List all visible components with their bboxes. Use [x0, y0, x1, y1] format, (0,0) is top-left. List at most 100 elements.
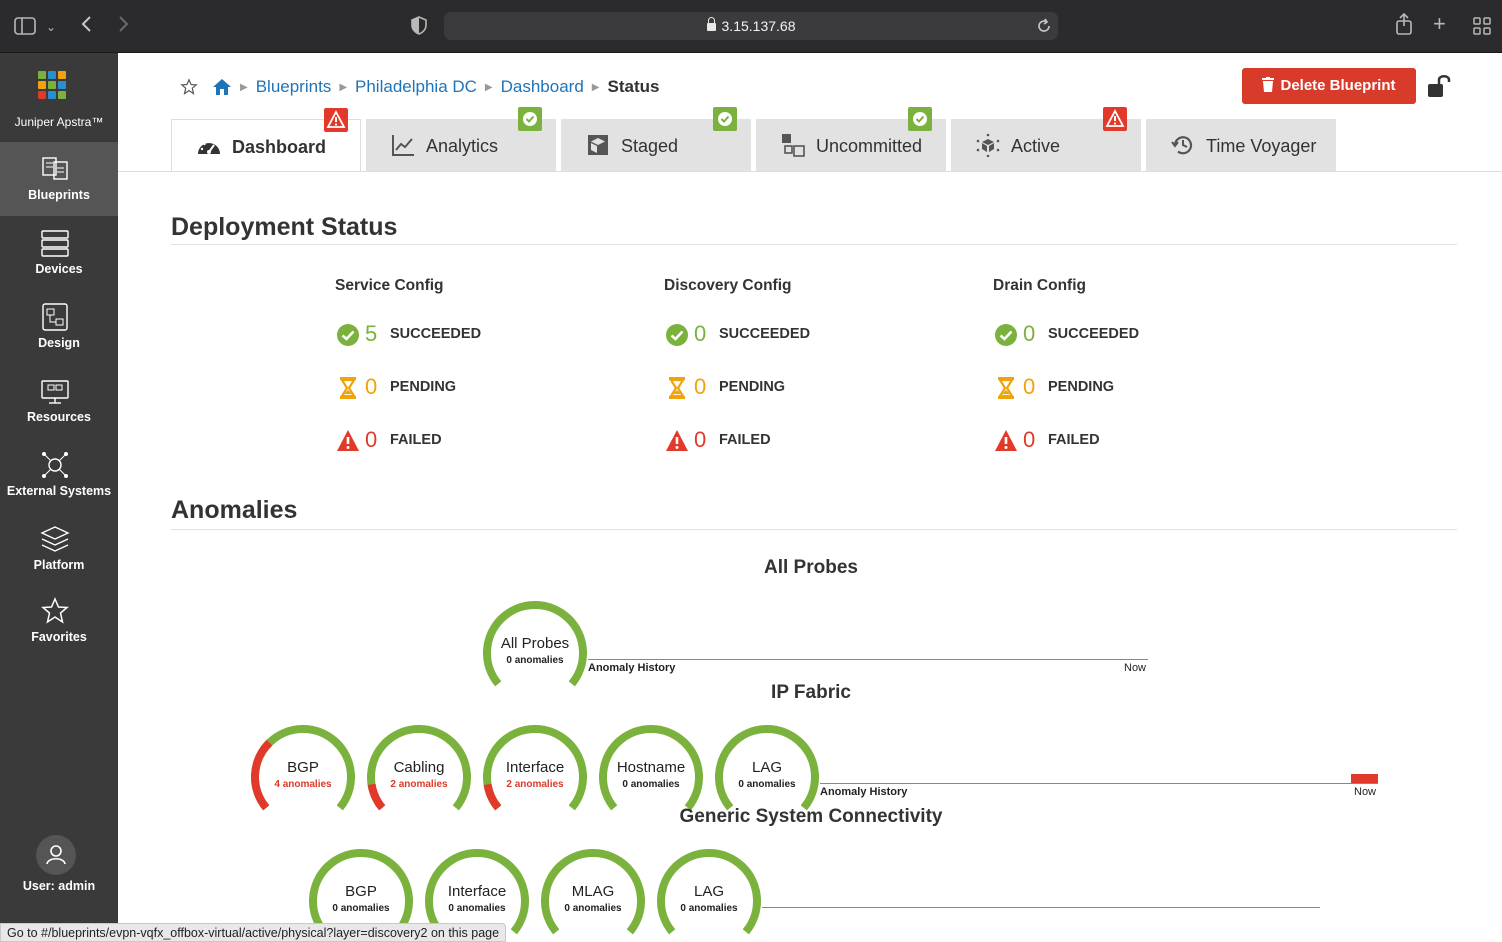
probe-gauge[interactable]: All Probes 0 anomalies: [480, 601, 590, 691]
sidebar-item-resources[interactable]: Resources: [0, 364, 118, 438]
probe-gauge[interactable]: Cabling 2 anomalies: [364, 725, 474, 815]
probe-gauge[interactable]: BGP 4 anomalies: [248, 725, 358, 815]
sidebar-item-favorites[interactable]: Favorites: [0, 584, 118, 658]
stat-count: 0: [1023, 321, 1036, 346]
anomaly-now-label: Now: [1124, 662, 1147, 674]
check-circle-icon: [994, 323, 1018, 347]
tab-dashboard[interactable]: Dashboard: [171, 108, 361, 171]
probe-gauge[interactable]: Interface 2 anomalies: [480, 725, 590, 815]
probe-gauge[interactable]: Hostname 0 anomalies: [596, 725, 706, 815]
shield-icon[interactable]: [411, 16, 427, 38]
stat-count: 0: [1023, 374, 1036, 399]
anomaly-history-timeline[interactable]: [588, 659, 1148, 660]
home-icon[interactable]: [212, 78, 232, 96]
sidebar-item-blueprints[interactable]: Blueprints: [0, 142, 118, 216]
probe-gauge[interactable]: MLAG 0 anomalies: [538, 849, 648, 939]
lock-icon: [706, 17, 716, 31]
breadcrumb-separator: ▶: [240, 81, 248, 93]
deploy-stat-succeeded[interactable]: 0 SUCCEEDED: [994, 321, 1194, 349]
tab-overview-icon[interactable]: [1473, 17, 1491, 38]
probe-anomaly-count: 0 anomalies: [506, 655, 564, 666]
tab-active[interactable]: Active: [951, 107, 1141, 171]
sidebar-item-label: Devices: [35, 262, 83, 276]
chevron-down-icon[interactable]: ⌄: [46, 18, 56, 36]
tab-label: Active: [1011, 136, 1061, 156]
tab-uncommitted[interactable]: Uncommitted: [756, 107, 946, 171]
deploy-stat-succeeded[interactable]: 0 SUCCEEDED: [665, 321, 865, 349]
deploy-stat-pending[interactable]: 0 PENDING: [994, 374, 1194, 402]
probe-name: BGP: [287, 759, 319, 776]
anomaly-now-label: Now: [1354, 786, 1377, 798]
anomaly-history-timeline[interactable]: [820, 783, 1378, 784]
check-badge-icon: [713, 107, 737, 131]
breadcrumb-blueprints[interactable]: Blueprints: [256, 77, 332, 97]
deploy-stat-pending[interactable]: 0 PENDING: [665, 374, 865, 402]
tab-label: Uncommitted: [816, 136, 923, 156]
forward-icon[interactable]: [118, 15, 130, 36]
unlock-icon[interactable]: [1427, 73, 1453, 104]
stat-label: FAILED: [1048, 432, 1100, 448]
deploy-stat-failed[interactable]: 0 FAILED: [336, 427, 536, 455]
deploy-stat-pending[interactable]: 0 PENDING: [336, 374, 536, 402]
favorite-star-icon[interactable]: [180, 78, 198, 96]
deployment-status-title: Deployment Status: [171, 213, 398, 241]
app-logo[interactable]: Juniper Apstra™: [0, 53, 118, 141]
deploy-stat-failed[interactable]: 0 FAILED: [665, 427, 865, 455]
probe-name: LAG: [751, 759, 782, 776]
stat-label: SUCCEEDED: [390, 326, 482, 342]
delete-blueprint-button[interactable]: Delete Blueprint: [1242, 68, 1416, 104]
probe-group-title: IP Fabric: [771, 682, 851, 703]
sidebar-item-platform[interactable]: Platform: [0, 512, 118, 586]
deploy-stat-succeeded[interactable]: 5 SUCCEEDED: [336, 321, 536, 349]
tab-analytics[interactable]: Analytics: [366, 107, 556, 171]
reload-icon[interactable]: [1036, 18, 1052, 37]
anomaly-history-label: Anomaly History: [588, 662, 676, 674]
tab-label: Time Voyager: [1206, 136, 1317, 156]
address-bar[interactable]: 3.15.137.68: [444, 12, 1058, 40]
stat-count: 0: [694, 321, 707, 346]
probe-anomaly-count: 0 anomalies: [622, 779, 680, 790]
deploy-column-title: Service Config: [335, 277, 444, 294]
tab-staged[interactable]: Staged: [561, 107, 751, 171]
warning-triangle-icon: [665, 429, 689, 453]
anomaly-history-bar[interactable]: [1351, 774, 1378, 783]
star-icon: [41, 597, 69, 624]
url-text: 3.15.137.68: [721, 18, 796, 34]
probe-gauge[interactable]: LAG 0 anomalies: [654, 849, 764, 939]
staged-cube-icon: [588, 135, 608, 155]
tab-label: Analytics: [426, 136, 499, 156]
stat-count: 5: [365, 321, 378, 346]
probe-name: MLAG: [571, 883, 615, 900]
back-icon[interactable]: [80, 15, 92, 36]
probe-anomaly-count: 4 anomalies: [274, 779, 332, 790]
sidebar-item-devices[interactable]: Devices: [0, 216, 118, 290]
user-menu[interactable]: User: admin: [0, 835, 118, 895]
uncommitted-cubes-icon: [782, 134, 805, 157]
breadcrumb-blueprint[interactable]: Philadelphia DC: [355, 77, 477, 97]
tab-time-voyager[interactable]: Time Voyager: [1146, 119, 1336, 171]
platform-icon: [40, 526, 70, 552]
analytics-chart-icon: [392, 135, 414, 156]
share-icon[interactable]: [1395, 12, 1413, 38]
anomalies-title: Anomalies: [171, 496, 298, 524]
probe-anomaly-count: 2 anomalies: [390, 779, 448, 790]
tab-label: Dashboard: [232, 137, 327, 157]
breadcrumb-dashboard[interactable]: Dashboard: [501, 77, 584, 97]
anomaly-history-label: Anomaly History: [820, 786, 908, 798]
anomaly-history-timeline[interactable]: [762, 907, 1320, 908]
sidebar-item-design[interactable]: Design: [0, 290, 118, 364]
deploy-stat-failed[interactable]: 0 FAILED: [994, 427, 1194, 455]
deploy-column-title: Drain Config: [993, 277, 1086, 294]
avatar: [36, 835, 76, 875]
dashboard-gauge-icon: [198, 140, 220, 154]
probe-name: All Probes: [500, 635, 570, 652]
new-tab-icon[interactable]: +: [1433, 13, 1446, 35]
sidebar-item-external-systems[interactable]: External Systems: [0, 438, 118, 512]
stat-count: 0: [694, 427, 707, 452]
stat-count: 0: [1023, 427, 1036, 452]
stat-label: SUCCEEDED: [719, 326, 811, 342]
sidebar-toggle-icon[interactable]: [14, 17, 36, 38]
browser-toolbar: ⌄ 3.15.137.68 +: [0, 0, 1502, 53]
check-badge-icon: [518, 107, 542, 131]
probe-gauge[interactable]: LAG 0 anomalies: [712, 725, 822, 815]
